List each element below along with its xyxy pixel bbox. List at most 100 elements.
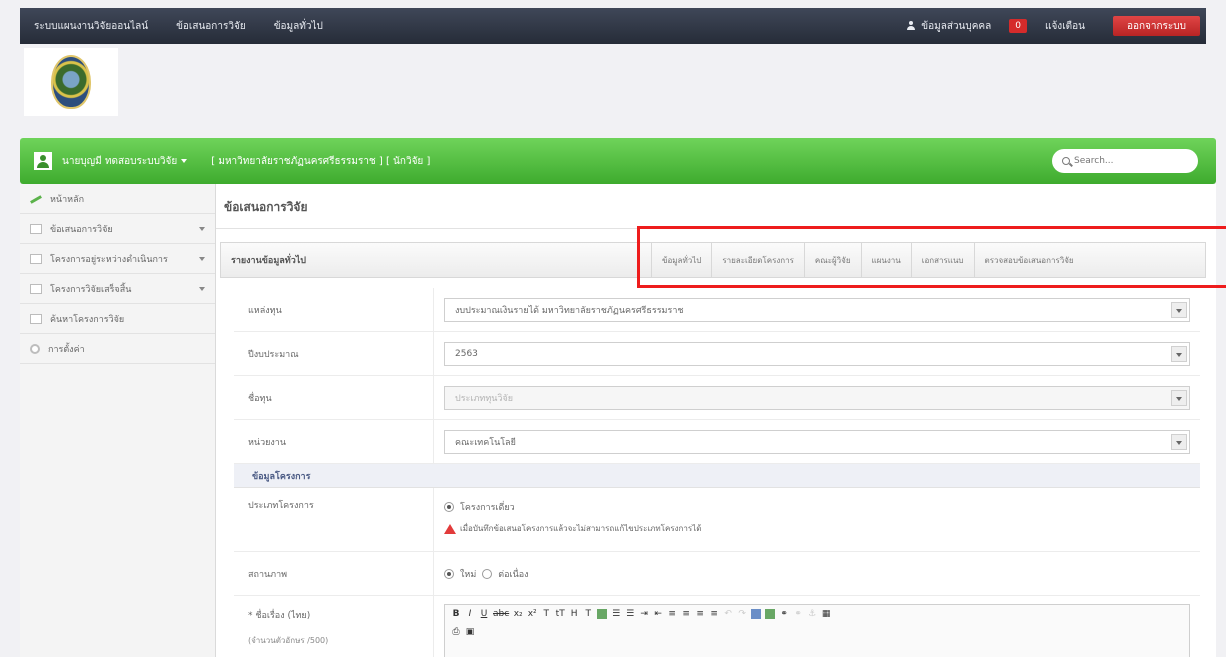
logout-button[interactable]: ออกจากระบบ [1112,16,1200,36]
fiscal-year-select[interactable]: 2563 [444,341,1190,366]
print-icon[interactable]: ⎙ [451,627,461,637]
chevron-down-icon [199,257,205,261]
tab-team[interactable]: คณะผู้วิจัย [803,243,861,277]
warning-message: เมื่อบันทึกข้อเสนอโครงการแล้วจะไม่สามารถ… [444,522,1190,535]
status-new-radio[interactable] [444,568,454,579]
avatar-icon [34,152,52,170]
top-navbar-right: ข้อมูลส่วนบุคคล 0 แจ้งเตือน ออกจากระบบ [896,8,1206,44]
panel-title: รายงานข้อมูลทั่วไป [231,256,306,266]
university-seal-logo [51,55,91,109]
field-label: ชื่อทุน [234,376,434,419]
doc-icon [30,313,42,324]
image-icon[interactable] [765,609,776,619]
source-icon[interactable]: ▦ [821,609,831,619]
anchor-icon[interactable]: ⚓ [807,609,817,619]
number-list-icon[interactable]: ☰ [625,609,635,619]
search-input[interactable] [1074,156,1184,166]
tab-details[interactable]: รายละเอียดโครงการ [711,243,804,277]
field-label: หน่วยงาน [234,420,434,463]
tab-plan[interactable]: แผนงาน [860,243,911,277]
field-label: ปีงบประมาณ [234,332,434,375]
notification-badge[interactable]: 0 [1009,19,1027,33]
chevron-down-icon [199,287,205,291]
text-color-icon[interactable]: T [583,609,593,619]
template-icon[interactable]: ▣ [465,627,475,637]
department-select[interactable]: คณะเทคโนโลยี [444,429,1190,454]
list-icon [30,283,42,294]
sidebar-item-label: ค้นหาโครงการวิจัย [50,314,125,325]
sidebar-item-label: การตั้งค่า [48,344,85,355]
sidebar: หน้าหลัก ข้อเสนอการวิจัย โครงการอยู่ระหว… [20,184,216,657]
bullet-list-icon[interactable]: ☰ [611,609,621,619]
doc-icon [30,253,42,264]
chevron-down-icon [1171,345,1187,362]
font-size-icon[interactable]: tT [555,609,565,619]
superscript-icon[interactable]: x² [527,609,537,619]
field-label: สถานภาพ [234,552,434,595]
radio-selected[interactable] [444,502,454,512]
redo-icon[interactable]: ↷ [737,609,747,619]
sidebar-item-settings[interactable]: การตั้งค่า [20,334,215,364]
status-continue-radio[interactable] [482,568,493,579]
select-value: ประเภททุนวิจัย [455,393,514,404]
heading-icon[interactable]: H [569,609,579,619]
subscript-icon[interactable]: x₂ [513,609,523,619]
editor-toolbar: B I U abc x₂ x² T tT H T ☰ ☰ ⇥ ⇤ ≡ ≡ ≡ ≡… [445,605,1189,623]
radio-label: ใหม่ [460,569,477,580]
sidebar-item-home[interactable]: หน้าหลัก [20,184,215,214]
tab-attachments[interactable]: เอกสารแนบ [910,243,974,277]
align-right-icon[interactable]: ≡ [695,609,705,619]
section-title: ข้อมูลโครงการ [234,464,1200,488]
logo-box [24,48,118,116]
highlight-icon[interactable] [597,609,608,619]
nav-home[interactable]: ระบบแผนงานวิจัยออนไลน์ [20,19,162,34]
profile-label: ข้อมูลส่วนบุคคล [921,20,992,32]
warning-text: เมื่อบันทึกข้อเสนอโครงการแล้วจะไม่สามารถ… [460,524,702,533]
form-row-fund-source: แหล่งทุน งบประมาณเงินรายได้ มหาวิทยาลัยร… [234,288,1200,332]
underline-icon[interactable]: U [479,609,489,619]
project-type-option[interactable]: โครงการเดี่ยว [444,500,1190,514]
field-label: ประเภทโครงการ [234,488,434,551]
select-value: 2563 [455,348,478,359]
tab-general[interactable]: ข้อมูลทั่วไป [651,243,711,277]
undo-icon[interactable]: ↶ [723,609,733,619]
field-label-group: * ชื่อเรื่อง (ไทย) (จำนวนตัวอักษร /500) [234,596,434,657]
indent-icon[interactable]: ⇥ [639,609,649,619]
grant-name-select: ประเภททุนวิจัย [444,385,1190,410]
form-row-title-thai: * ชื่อเรื่อง (ไทย) (จำนวนตัวอักษร /500) … [234,596,1200,657]
outdent-icon[interactable]: ⇤ [653,609,663,619]
nav-proposals[interactable]: ข้อเสนอการวิจัย [162,19,260,34]
align-center-icon[interactable]: ≡ [681,609,691,619]
sidebar-item-label: โครงการอยู่ระหว่างดำเนินการ [50,254,168,265]
user-menu[interactable]: นายบุญมี ทดสอบระบบวิจัย [62,154,188,169]
user-name: นายบุญมี ทดสอบระบบวิจัย [62,155,178,167]
profile-link[interactable]: ข้อมูลส่วนบุคคล [896,19,1001,34]
sidebar-item-completed[interactable]: โครงการวิจัยเสร็จสิ้น [20,274,215,304]
warning-icon [444,523,456,534]
panel-header: รายงานข้อมูลทั่วไป ข้อมูลทั่วไป รายละเอี… [220,242,1206,278]
align-left-icon[interactable]: ≡ [667,609,677,619]
fund-source-select[interactable]: งบประมาณเงินรายได้ มหาวิทยาลัยราชภัฏนครศ… [444,297,1190,322]
justify-icon[interactable]: ≡ [709,609,719,619]
bold-icon[interactable]: B [451,609,461,619]
notification-link[interactable]: แจ้งเตือน [1035,19,1095,34]
italic-icon[interactable]: I [465,609,475,619]
sidebar-item-search[interactable]: ค้นหาโครงการวิจัย [20,304,215,334]
font-icon[interactable]: T [541,609,551,619]
sidebar-item-proposals[interactable]: ข้อเสนอการวิจัย [20,214,215,244]
tab-bar: ข้อมูลทั่วไป รายละเอียดโครงการ คณะผู้วิจ… [651,243,1084,277]
link-icon[interactable]: ⚭ [779,609,789,619]
sidebar-item-ongoing[interactable]: โครงการอยู่ระหว่างดำเนินการ [20,244,215,274]
organization-role: [ มหาวิทยาลัยราชภัฏนครศรีธรรมราช ] [ นัก… [211,155,431,167]
unlink-icon[interactable]: ⚭ [793,609,803,619]
table-icon[interactable] [751,609,762,619]
editor-toolbar-row2: ⎙ ▣ [445,623,1189,641]
select-value: คณะเทคโนโลยี [455,437,516,448]
nav-general[interactable]: ข้อมูลทั่วไป [260,19,337,34]
chart-icon [30,194,42,204]
rich-text-editor[interactable]: B I U abc x₂ x² T tT H T ☰ ☰ ⇥ ⇤ ≡ ≡ ≡ ≡… [444,604,1190,657]
form-row-project-type: ประเภทโครงการ โครงการเดี่ยว เมื่อบันทึกข… [234,488,1200,552]
tab-review[interactable]: ตรวจสอบข้อเสนอการวิจัย [973,243,1084,277]
main-content: ข้อเสนอการวิจัย รายงานข้อมูลทั่วไป ข้อมู… [216,184,1216,657]
strike-icon[interactable]: abc [493,609,509,619]
